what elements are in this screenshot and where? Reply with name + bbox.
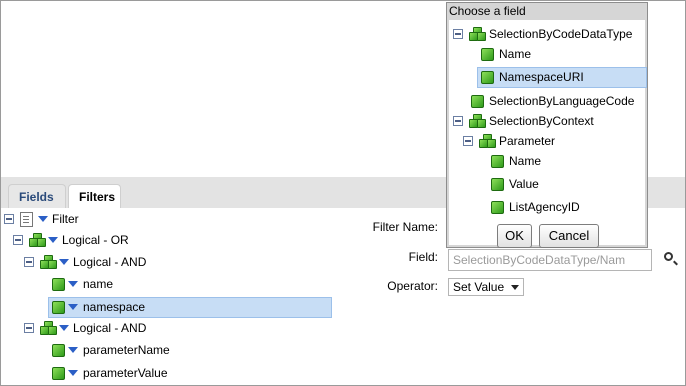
field-item-label: SelectionByCodeDataType — [489, 27, 633, 41]
tree-label: Logical - AND — [73, 255, 147, 269]
collapse-icon[interactable] — [24, 257, 34, 267]
cancel-button[interactable]: Cancel — [539, 224, 599, 248]
tree-row-parameter-name[interactable]: parameterName — [0, 340, 200, 360]
group-icon — [29, 233, 46, 247]
collapse-icon[interactable] — [24, 323, 34, 333]
dropdown-arrow-icon[interactable] — [48, 237, 58, 243]
dialog-title: Choose a field — [449, 4, 526, 18]
dropdown-arrow-icon[interactable] — [68, 304, 78, 310]
field-item-list-agency-id[interactable]: ListAgencyID — [449, 197, 645, 217]
field-item-label: SelectionByContext — [489, 114, 594, 128]
field-item-code-data-type[interactable]: SelectionByCodeDataType — [449, 24, 645, 44]
field-icon — [52, 344, 65, 357]
operator-label: Operator: — [387, 279, 438, 293]
field-tree: SelectionByCodeDataType Name NamespaceUR… — [449, 20, 647, 245]
field-item-language-code[interactable]: SelectionByLanguageCode — [449, 91, 645, 111]
field-item-parameter[interactable]: Parameter — [449, 131, 645, 151]
group-icon — [469, 114, 486, 128]
field-icon — [481, 48, 494, 61]
collapse-icon[interactable] — [463, 136, 473, 146]
group-icon — [40, 321, 57, 335]
tree-label: Logical - OR — [62, 233, 129, 247]
field-label: Field: — [408, 250, 438, 264]
tab-fields[interactable]: Fields — [8, 184, 66, 208]
tree-label: Filter — [52, 212, 79, 226]
tree-row-name[interactable]: name — [0, 274, 200, 294]
group-icon — [469, 27, 486, 41]
tab-fields-label: Fields — [19, 190, 54, 204]
tab-filters[interactable]: Filters — [68, 184, 121, 208]
field-item-label: Value — [509, 177, 539, 191]
tree-row-logical-and[interactable]: Logical - AND — [0, 252, 200, 272]
dropdown-arrow-icon[interactable] — [59, 259, 69, 265]
field-icon — [52, 301, 65, 314]
field-icon — [52, 278, 65, 291]
field-item-label: ListAgencyID — [509, 200, 580, 214]
group-icon — [40, 255, 57, 269]
tree-label: namespace — [83, 300, 146, 314]
field-item-label: Parameter — [499, 134, 556, 148]
collapse-icon[interactable] — [453, 116, 463, 126]
tree-row-logical-and-2[interactable]: Logical - AND — [0, 318, 200, 338]
field-item-name[interactable]: Name — [449, 44, 645, 64]
tree-label: parameterName — [83, 343, 170, 357]
group-icon — [479, 134, 496, 148]
field-item-namespace-uri[interactable]: NamespaceURI — [449, 67, 645, 87]
field-icon — [481, 71, 494, 84]
chevron-down-icon — [511, 285, 519, 290]
collapse-icon[interactable] — [13, 235, 23, 245]
collapse-icon[interactable] — [4, 214, 14, 224]
field-item-label: Name — [509, 154, 542, 168]
field-icon — [491, 155, 504, 168]
tree-label: name — [83, 277, 114, 291]
field-icon — [471, 95, 484, 108]
field-item-label: Name — [499, 47, 532, 61]
operator-value: Set Value — [453, 280, 505, 294]
tree-row-parameter-value[interactable]: parameterValue — [0, 363, 200, 383]
field-item-context[interactable]: SelectionByContext — [449, 111, 645, 131]
dropdown-arrow-icon[interactable] — [59, 325, 69, 331]
dropdown-arrow-icon[interactable] — [68, 347, 78, 353]
dropdown-arrow-icon[interactable] — [38, 216, 48, 222]
field-icon — [491, 201, 504, 214]
tree-row-logical-or[interactable]: Logical - OR — [0, 230, 200, 250]
filter-name-label: Filter Name: — [372, 220, 438, 234]
field-icon — [491, 178, 504, 191]
field-item-parameter-value[interactable]: Value — [449, 174, 645, 194]
collapse-icon[interactable] — [453, 29, 463, 39]
dropdown-arrow-icon[interactable] — [68, 370, 78, 376]
tree-row-namespace[interactable]: namespace — [0, 297, 330, 317]
tab-filters-label: Filters — [79, 190, 116, 204]
field-item-label: NamespaceURI — [499, 70, 584, 84]
field-item-label: SelectionByLanguageCode — [489, 94, 635, 108]
document-icon — [20, 212, 33, 227]
ok-button[interactable]: OK — [497, 224, 532, 248]
tree-label: Logical - AND — [73, 321, 147, 335]
operator-select[interactable]: Set Value — [448, 278, 524, 296]
dropdown-arrow-icon[interactable] — [68, 281, 78, 287]
tree-label: parameterValue — [83, 366, 168, 380]
field-input[interactable]: SelectionByCodeDataType/Nam — [448, 249, 652, 271]
field-icon — [52, 367, 65, 380]
choose-field-dialog: Choose a field SelectionByCodeDataType N… — [446, 2, 648, 248]
search-icon[interactable] — [664, 252, 673, 261]
field-item-parameter-name[interactable]: Name — [449, 151, 645, 171]
tree-row-filter[interactable]: Filter — [0, 209, 200, 229]
